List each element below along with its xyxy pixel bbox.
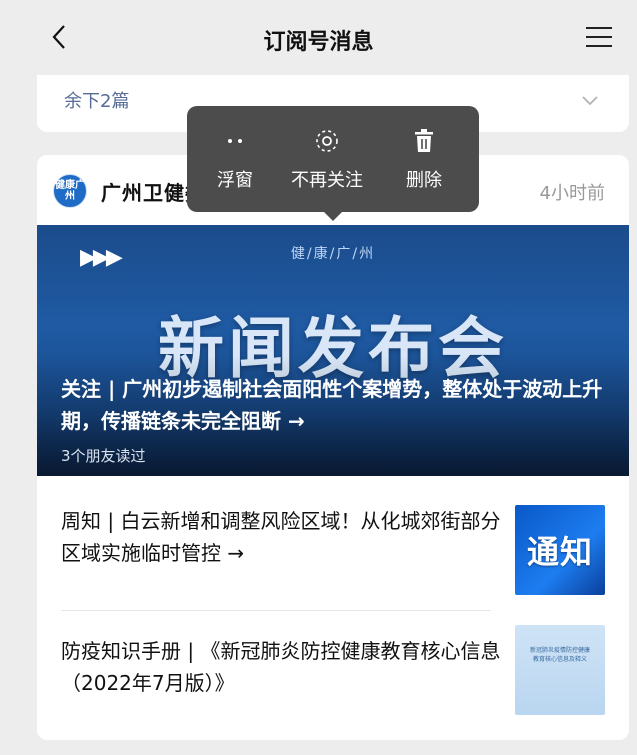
- banner-tag: 健/康/广/州: [290, 246, 376, 262]
- lead-article-banner[interactable]: ▶▶▶ 健/康/广/州 新闻发布会 关注 | 广州初步遏制社会面阳性个案增势，整…: [37, 225, 629, 476]
- top-nav-bar: 订阅号消息: [0, 0, 637, 75]
- friends-read-count: 3个朋友读过: [61, 447, 146, 465]
- thumbnail-text: 通知: [526, 533, 593, 571]
- delete-button[interactable]: 删除: [406, 128, 442, 192]
- post-time: 4小时前: [539, 183, 605, 204]
- popup-pointer: [322, 210, 344, 221]
- float-window-button[interactable]: 浮窗: [217, 128, 253, 192]
- lead-article-title[interactable]: 关注 | 广州初步遏制社会面阳性个案增势，整体处于波动上升期，传播链条未完全阻断…: [61, 373, 611, 437]
- float-window-icon: [225, 128, 245, 154]
- delete-label: 删除: [406, 170, 442, 191]
- trash-icon: [414, 128, 434, 154]
- article-title[interactable]: 防疫知识手册 | 《新冠肺炎防控健康教育核心信息（2022年7月版）》: [61, 635, 501, 699]
- unfollow-label: 不再关注: [291, 170, 363, 191]
- article-thumbnail[interactable]: 新冠肺炎疫情防控健康 教育核心信息及释义: [515, 625, 605, 715]
- divider: [61, 610, 491, 611]
- account-avatar[interactable]: 健康广州: [53, 174, 87, 208]
- chevron-down-icon[interactable]: [579, 89, 601, 111]
- remaining-articles-label[interactable]: 余下2篇: [64, 87, 129, 113]
- article-title[interactable]: 周知 | 白云新增和调整风险区域！从化城郊街部分区域实施临时管控 →: [61, 505, 501, 569]
- thumbnail-text: 新冠肺炎疫情防控健康: [529, 647, 590, 654]
- float-window-label: 浮窗: [217, 170, 253, 191]
- unfollow-icon: [314, 128, 340, 154]
- article-card: 健康广州 广州卫健委 4小时前 ▶▶▶ 健/康/广/州 新闻发布会 关注 | 广…: [37, 155, 629, 740]
- article-thumbnail[interactable]: 通知: [515, 505, 605, 595]
- account-header[interactable]: 健康广州 广州卫健委: [53, 173, 206, 209]
- thumbnail-text: 教育核心信息及释义: [532, 656, 587, 663]
- long-press-popup-menu: 浮窗 不再关注 删除: [187, 106, 479, 212]
- menu-button[interactable]: [583, 22, 615, 52]
- hamburger-menu-icon: [586, 27, 612, 47]
- unfollow-button[interactable]: 不再关注: [291, 128, 363, 192]
- page-title: 订阅号消息: [263, 30, 374, 55]
